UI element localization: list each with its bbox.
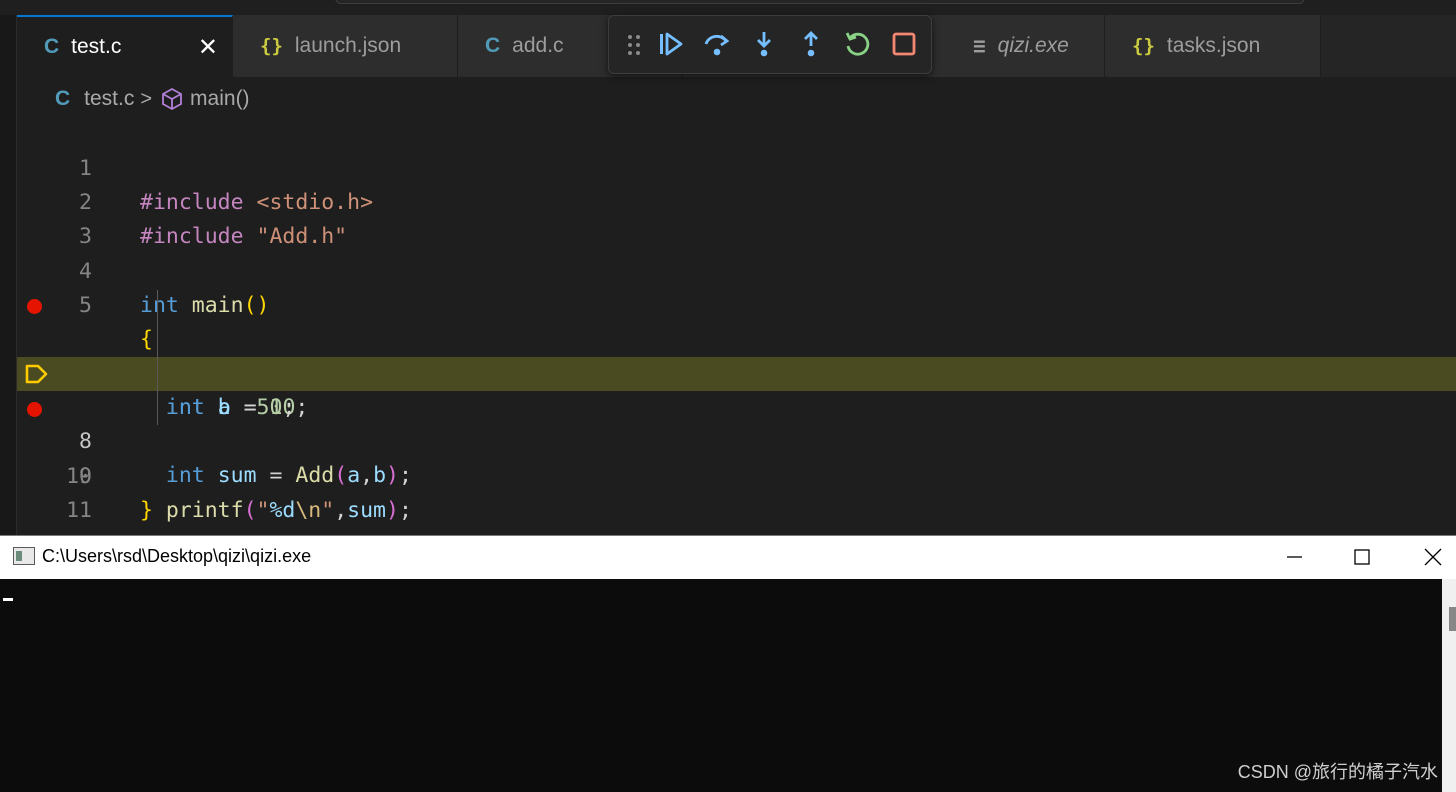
step-out-icon[interactable] xyxy=(796,29,826,59)
maximize-icon[interactable] xyxy=(1340,542,1384,572)
close-icon[interactable] xyxy=(1411,542,1455,572)
console-title: C:\Users\rsd\Desktop\qizi\qizi.exe xyxy=(42,546,312,566)
tab-test-c[interactable]: C test.c ✕ xyxy=(17,15,233,77)
json-file-icon: {} xyxy=(260,35,283,57)
code-line: 1 #include <stdio.h> xyxy=(17,118,1456,215)
scrollbar-thumb[interactable] xyxy=(1449,607,1456,631)
execution-pointer-icon xyxy=(25,364,48,384)
tab-label: test.c xyxy=(71,35,122,58)
command-center[interactable] xyxy=(335,0,1305,4)
breadcrumb: C test.c > main() xyxy=(55,84,250,114)
tab-label: add.c xyxy=(512,34,564,57)
step-into-icon[interactable] xyxy=(749,29,779,59)
code-line: 11 xyxy=(17,460,1456,523)
code-line: 9 printf("%d\n",sum); xyxy=(17,392,1456,523)
close-icon[interactable]: ✕ xyxy=(198,33,218,61)
current-execution-line: 8 int sum = Add(a,b); xyxy=(17,357,1456,488)
tab-label: launch.json xyxy=(294,34,402,57)
breakpoint-icon[interactable] xyxy=(27,402,42,417)
stop-icon[interactable] xyxy=(889,29,919,59)
activity-bar-edge xyxy=(0,15,17,535)
drag-handle-icon[interactable] xyxy=(627,33,641,57)
continue-icon[interactable] xyxy=(656,29,686,59)
method-cube-icon xyxy=(162,87,182,111)
console-scrollbar[interactable] xyxy=(1442,579,1456,792)
code-line: 4 int main() xyxy=(17,221,1456,318)
line-number: 11 xyxy=(66,498,92,523)
watermark: CSDN @旅行的橘子汽水 xyxy=(1237,762,1438,782)
tab-launch-json[interactable]: {} launch.json xyxy=(233,15,458,77)
breadcrumb-symbol[interactable]: main() xyxy=(190,87,250,111)
console-app-icon xyxy=(13,547,35,565)
breadcrumb-file[interactable]: test.c xyxy=(84,87,134,111)
code-line: 2 #include "Add.h" xyxy=(17,152,1456,249)
breakpoint-icon[interactable] xyxy=(27,299,42,314)
text-cursor xyxy=(3,598,13,601)
code-editor[interactable]: 1 #include <stdio.h> 2 #include "Add.h" … xyxy=(17,118,1456,535)
console-window[interactable]: C:\Users\rsd\Desktop\qizi\qizi.exe CSDN … xyxy=(0,535,1456,792)
chevron-right-icon: > xyxy=(140,87,153,110)
c-file-icon: C xyxy=(55,87,71,110)
code-line: 7 int b =50; xyxy=(17,323,1456,420)
indent-guide xyxy=(157,290,158,425)
step-over-icon[interactable] xyxy=(702,29,732,59)
tab-label: tasks.json xyxy=(1166,34,1261,57)
exe-file-icon: ≡ xyxy=(973,34,986,58)
restart-icon[interactable] xyxy=(842,29,872,59)
c-file-icon: C xyxy=(485,34,501,57)
c-file-icon: C xyxy=(44,35,60,58)
minimize-icon[interactable] xyxy=(1272,542,1316,572)
json-file-icon: {} xyxy=(1132,35,1155,57)
code-line: 10 } xyxy=(17,426,1456,523)
tab-tasks-json[interactable]: {} tasks.json xyxy=(1105,15,1321,77)
window-top-strip xyxy=(0,0,1456,15)
tab-label: qizi.exe xyxy=(997,34,1069,57)
console-title-bar[interactable]: C:\Users\rsd\Desktop\qizi\qizi.exe xyxy=(0,536,1456,579)
code-line: 3 xyxy=(17,186,1456,249)
debug-toolbar xyxy=(608,15,932,74)
code-line: 5 { xyxy=(17,255,1456,352)
code-line: 6 int a = 10; xyxy=(17,289,1456,420)
